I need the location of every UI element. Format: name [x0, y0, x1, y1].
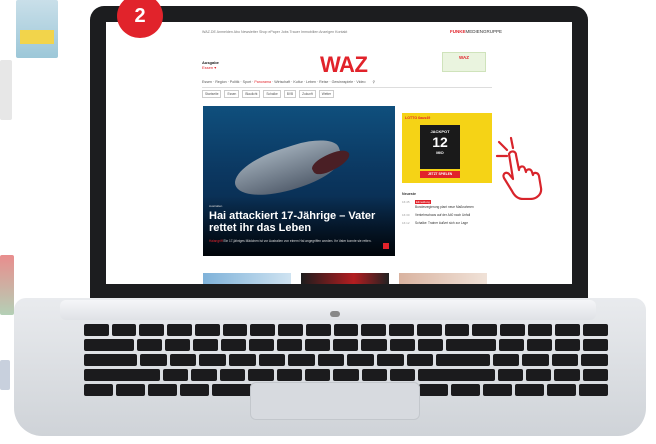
subnav-item[interactable]: Essen	[224, 90, 240, 98]
nav-item[interactable]: Sport	[243, 80, 252, 84]
video-icon[interactable]	[383, 243, 389, 249]
nav-item[interactable]: Politik	[230, 80, 240, 84]
hero-teaser: Haiangriff Ein 17-jähriges Mädchen ist v…	[209, 239, 372, 243]
lotto-brand: LOTTO 6aus49	[405, 116, 431, 120]
teaser-tile[interactable]	[203, 273, 291, 284]
breaking-badge: Eilmeldung	[415, 200, 431, 204]
lotto-jackpot-ad[interactable]: LOTTO 6aus49 JACKPOT 12 MIO JETZT SPIELE…	[402, 113, 492, 183]
top-links[interactable]: WAZ.DE Anmelden Abo Newsletter Shop ePap…	[202, 30, 347, 34]
nav-item[interactable]: Essen	[202, 80, 212, 84]
subnav-item[interactable]: Zukunft	[299, 90, 316, 98]
nav-item[interactable]: Kultur	[293, 80, 302, 84]
hero-title[interactable]: Hai attackiert 17-Jährige – Vater rettet…	[209, 210, 391, 234]
jackpot-box: JACKPOT 12 MIO	[420, 125, 460, 169]
play-now-button[interactable]: JETZT SPIELEN	[420, 171, 460, 178]
teaser-row	[203, 273, 487, 284]
subnav-item[interactable]: Blaulicht	[242, 90, 261, 98]
latest-heading: Neueste	[402, 192, 416, 196]
nav-item[interactable]: Region	[215, 80, 226, 84]
magazine-thumbnail	[16, 0, 58, 58]
subnav-item[interactable]: Wetter	[318, 90, 335, 98]
power-indicator	[330, 311, 340, 317]
subnav-item[interactable]: Schalke	[263, 90, 281, 98]
latest-news: Neueste 16:45 Eilmeldung Bundesregierung …	[402, 192, 492, 229]
nav-item[interactable]: Reise	[319, 80, 328, 84]
list-item[interactable]: 16:12 Schalke: Trainer äußert sich zur L…	[402, 221, 492, 225]
main-nav: Essen · Region · Politik · Sport · Panor…	[202, 80, 492, 88]
page-edge-image	[0, 60, 12, 120]
list-item[interactable]: 16:30 Verkehrschaos auf der A40 nach Unf…	[402, 213, 492, 217]
subnav-item[interactable]: BVB	[283, 90, 297, 98]
page-edge-image	[0, 255, 14, 315]
edition-selector[interactable]: Ausgabe Essen ▾	[202, 60, 219, 70]
funke-brand: FUNKEMEDIENGRUPPE	[449, 29, 502, 34]
nav-item[interactable]: Gewinnspiele	[332, 80, 354, 84]
nav-item[interactable]: Video	[356, 80, 365, 84]
teaser-tile[interactable]	[399, 273, 487, 284]
list-item[interactable]: 16:45 Eilmeldung Bundesregierung plant ne…	[402, 200, 492, 209]
teaser-tile[interactable]	[301, 273, 389, 284]
page-edge-image	[0, 360, 10, 390]
nav-item[interactable]: Leben	[306, 80, 316, 84]
search-icon[interactable]: ⚲	[373, 80, 376, 84]
nav-item[interactable]: Wirtschaft	[274, 80, 290, 84]
hero-article[interactable]: Australien Hai attackiert 17-Jährige – V…	[203, 106, 395, 256]
waz-logo[interactable]: WAZ	[320, 52, 368, 78]
jackpot-amount: 12	[432, 134, 448, 150]
nav-item-active[interactable]: Panorama	[254, 80, 271, 84]
waz-promo-banner[interactable]: WAZ	[442, 52, 486, 72]
trackpad	[250, 382, 420, 420]
hero-kicker: Australien	[209, 204, 223, 208]
hand-pointer-icon	[495, 136, 543, 200]
sub-nav: Startseite Essen Blaulicht Schalke BVB Z…	[202, 90, 335, 98]
subnav-item[interactable]: Startseite	[202, 90, 222, 98]
